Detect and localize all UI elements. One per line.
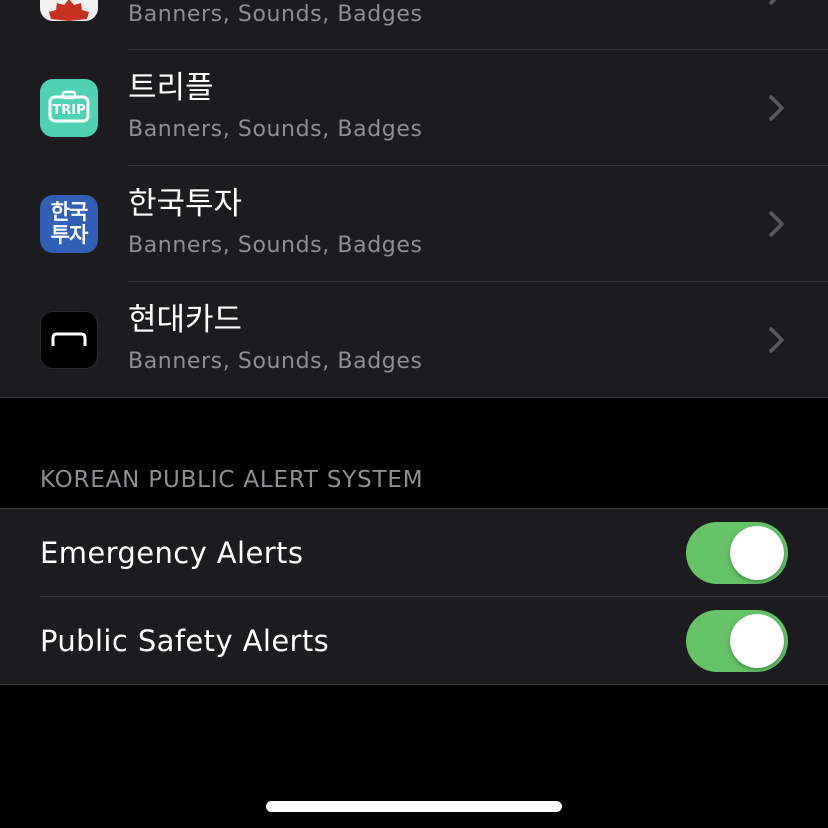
toggle-knob [730, 526, 784, 580]
section-header-korean-public-alert-system: KOREAN PUBLIC ALERT SYSTEM [40, 467, 424, 493]
home-indicator[interactable] [266, 801, 562, 812]
app-notification-summary: Banners, Sounds, Badges [128, 2, 423, 27]
trip-icon-text: TRIP [52, 103, 85, 118]
chevron-right-icon [769, 327, 784, 353]
red-badge-app-icon [40, 0, 98, 21]
triple-trip-icon: TRIP [40, 79, 98, 137]
app-name: 한국투자 [128, 186, 243, 222]
chevron-right-icon [769, 0, 777, 5]
app-row-korea-investment[interactable]: 한국투자 한국투자 Banners, Sounds, Badges [0, 166, 828, 282]
public-alert-settings-list: Emergency Alerts Public Safety Alerts [0, 509, 828, 685]
app-notifications-list: Banners, Sounds, Badges TRIP 트리플 Banners… [0, 0, 828, 397]
group-bottom-border [0, 397, 828, 398]
app-row-triple[interactable]: TRIP 트리플 Banners, Sounds, Badges [0, 50, 828, 166]
emergency-alerts-toggle[interactable] [686, 522, 788, 584]
group-bottom-border [0, 684, 828, 685]
chevron-right-icon [769, 95, 784, 121]
app-row-hyundai-card[interactable]: 현대카드 Banners, Sounds, Badges [0, 282, 828, 398]
korea-investment-icon: 한국투자 [40, 195, 98, 253]
notifications-settings-screen: Banners, Sounds, Badges TRIP 트리플 Banners… [0, 0, 828, 828]
chevron-right-icon [769, 211, 784, 237]
public-safety-alerts-toggle[interactable] [686, 610, 788, 672]
hyundai-card-icon [40, 311, 98, 369]
app-row-partial[interactable]: Banners, Sounds, Badges [0, 0, 828, 50]
emergency-alerts-label: Emergency Alerts [40, 536, 304, 570]
app-notification-summary: Banners, Sounds, Badges [128, 349, 423, 374]
app-name: 현대카드 [128, 302, 243, 338]
app-name: 트리플 [128, 70, 214, 106]
app-notification-summary: Banners, Sounds, Badges [128, 233, 423, 258]
public-safety-alerts-label: Public Safety Alerts [40, 624, 330, 658]
korea-investment-icon-text: 한국투자 [50, 200, 89, 247]
public-safety-alerts-row: Public Safety Alerts [0, 597, 828, 685]
emergency-alerts-row: Emergency Alerts [0, 509, 828, 597]
app-notification-summary: Banners, Sounds, Badges [128, 117, 423, 142]
toggle-knob [730, 614, 784, 668]
